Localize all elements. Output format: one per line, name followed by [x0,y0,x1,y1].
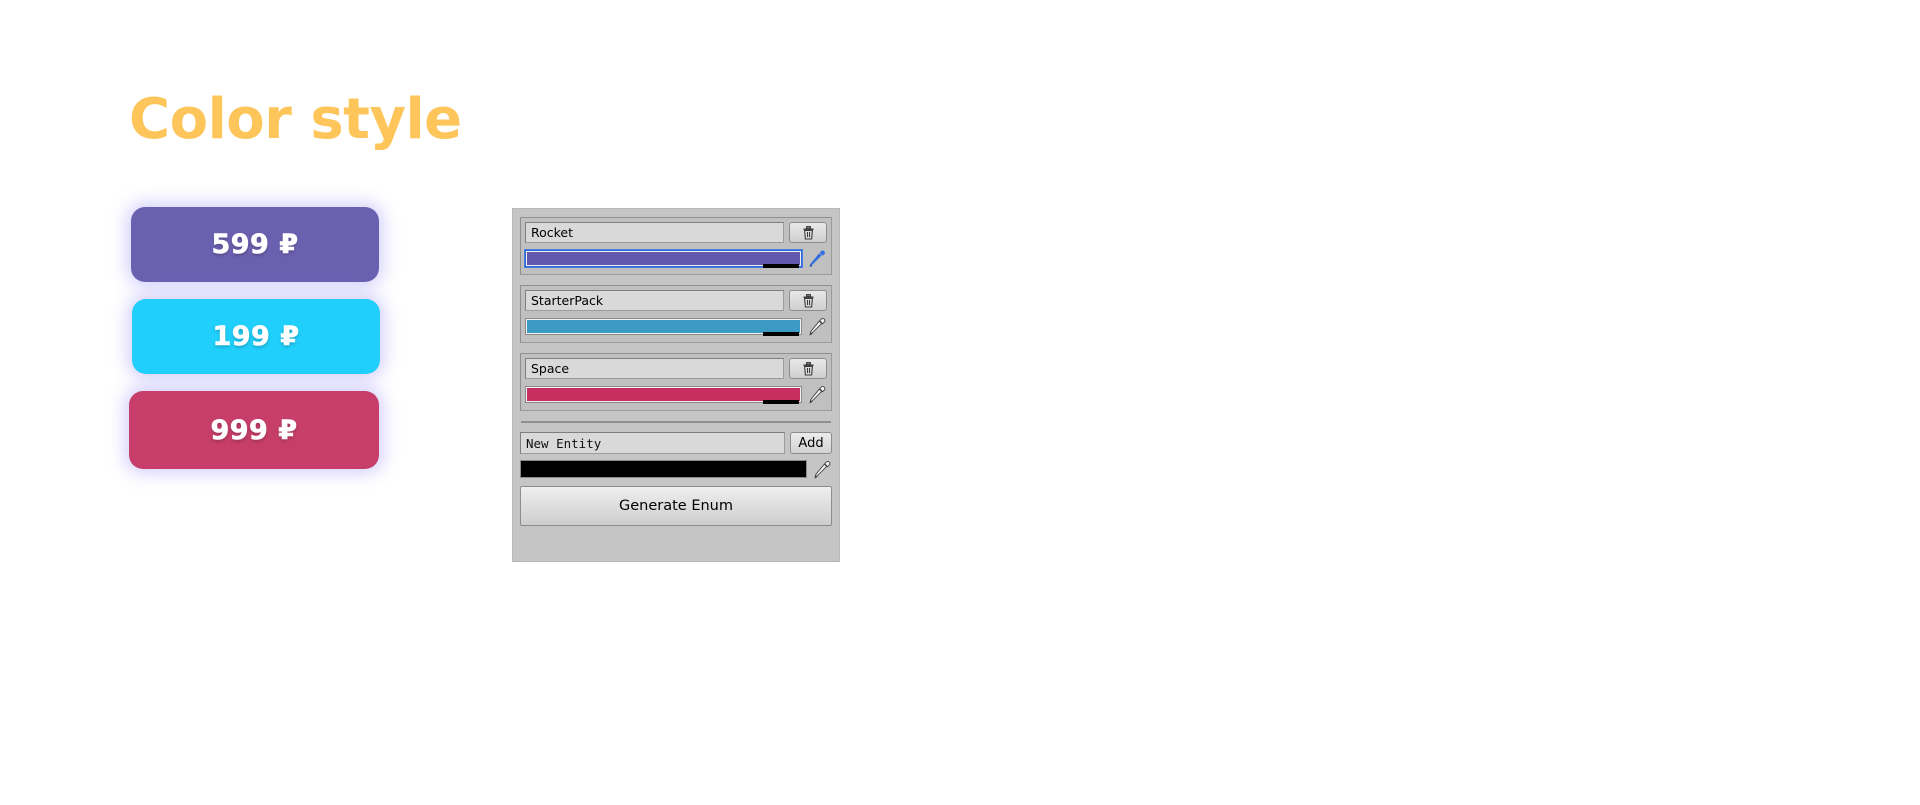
entity-color-fill [527,319,800,333]
entity-name-input[interactable]: Space [525,358,784,379]
entity-header: Space [525,358,827,379]
color-enum-editor-panel: Rocket StarterPack Space New Entity Add … [512,208,840,562]
eyedropper-icon[interactable] [805,247,827,269]
price-button-label: 599 ₽ [211,229,299,261]
new-entity-input[interactable]: New Entity [520,432,785,454]
entity-header: StarterPack [525,290,827,311]
new-entity-row: New Entity Add [520,432,832,454]
price-button-999[interactable]: 999 ₽ [129,391,379,469]
entity-name-input[interactable]: Rocket [525,222,784,243]
entity-color-swatch[interactable] [525,249,802,268]
swatch-shadow-tab [763,399,799,404]
generate-enum-button[interactable]: Generate Enum [520,486,832,526]
delete-entity-button[interactable] [789,290,827,311]
new-entity-color-swatch[interactable] [520,460,807,478]
entity-row: Rocket [520,217,832,275]
entity-color-swatch[interactable] [525,385,802,404]
entity-color-swatch[interactable] [525,317,802,336]
entity-row: StarterPack [520,285,832,343]
page-title: Color style [129,87,462,152]
swatch-shadow-tab [763,331,799,336]
trash-icon [803,225,813,240]
section-divider [521,421,831,423]
entity-header: Rocket [525,222,827,243]
delete-entity-button[interactable] [789,222,827,243]
entity-row: Space [520,353,832,411]
price-button-list: 599 ₽ 199 ₽ 999 ₽ [129,207,380,486]
eyedropper-icon[interactable] [805,315,827,337]
delete-entity-button[interactable] [789,358,827,379]
eyedropper-icon[interactable] [805,383,827,405]
add-entity-button[interactable]: Add [790,432,832,454]
eyedropper-icon[interactable] [810,458,832,480]
entity-color-fill [527,251,800,265]
swatch-shadow-tab [763,263,799,268]
trash-icon [803,293,813,308]
trash-icon [803,361,813,376]
entity-color-row [525,383,827,405]
color-style-showcase: Color style 599 ₽ 199 ₽ 999 ₽ [0,0,500,805]
new-entity-color-row [520,458,832,480]
entity-color-fill [527,387,800,401]
price-button-label: 199 ₽ [212,321,300,353]
price-button-199[interactable]: 199 ₽ [132,299,380,374]
entity-color-row [525,315,827,337]
price-button-label: 999 ₽ [210,414,298,446]
entity-color-row [525,247,827,269]
entity-name-input[interactable]: StarterPack [525,290,784,311]
price-button-599[interactable]: 599 ₽ [131,207,379,282]
